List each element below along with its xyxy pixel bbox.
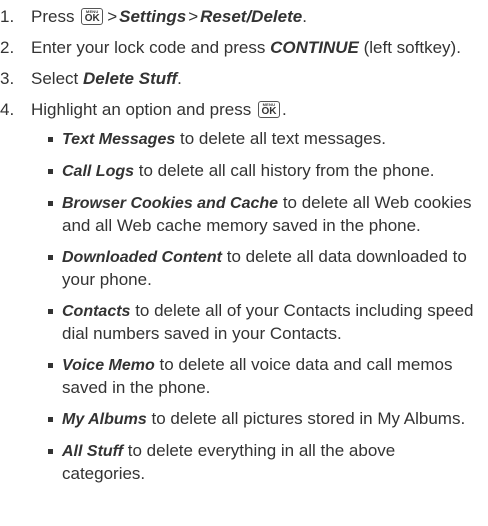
step-3: 3. Select Delete Stuff. bbox=[0, 68, 480, 90]
step-2: 2. Enter your lock code and press CONTIN… bbox=[0, 37, 480, 59]
continue-softkey-label: CONTINUE bbox=[270, 38, 359, 57]
option-name: Browser Cookies and Cache bbox=[62, 195, 279, 212]
step-text: . bbox=[177, 69, 182, 88]
option-name: Contacts bbox=[62, 303, 131, 320]
option-description: to delete all text messages. bbox=[179, 129, 386, 148]
menu-ok-key-icon: MENU OK bbox=[81, 8, 104, 25]
bullet-icon bbox=[48, 449, 53, 454]
option-name: Call Logs bbox=[62, 163, 135, 180]
list-item: Voice Memo to delete all voice data and … bbox=[31, 354, 480, 399]
step-number: 3. bbox=[0, 69, 15, 88]
step-text: Press bbox=[31, 7, 75, 26]
bullet-icon bbox=[48, 169, 53, 174]
list-item: Call Logs to delete all call history fro… bbox=[31, 160, 480, 183]
menu-path-reset-delete: Reset/Delete bbox=[200, 7, 303, 26]
list-item: All Stuff to delete everything in all th… bbox=[31, 440, 480, 485]
delete-options-list: Text Messages to delete all text message… bbox=[31, 128, 480, 485]
step-text: Select bbox=[31, 69, 79, 88]
bullet-icon bbox=[48, 363, 53, 368]
list-item: Browser Cookies and Cache to delete all … bbox=[31, 192, 480, 237]
option-name: Text Messages bbox=[62, 131, 176, 148]
step-text: Highlight an option and press bbox=[31, 100, 252, 119]
arrow-separator: > bbox=[188, 7, 199, 26]
list-item: Text Messages to delete all text message… bbox=[31, 128, 480, 151]
step-text: Enter your lock code and press bbox=[31, 38, 266, 57]
step-number: 2. bbox=[0, 38, 15, 57]
step-number: 1. bbox=[0, 7, 15, 26]
delete-stuff-label: Delete Stuff bbox=[82, 69, 178, 88]
list-item: Contacts to delete all of your Contacts … bbox=[31, 300, 480, 345]
bullet-icon bbox=[48, 137, 53, 142]
option-name: My Albums bbox=[62, 411, 147, 428]
arrow-separator: > bbox=[107, 7, 118, 26]
key-main-label: OK bbox=[84, 13, 100, 24]
option-description: to delete all call history from the phon… bbox=[138, 161, 435, 180]
list-item: My Albums to delete all pictures stored … bbox=[31, 408, 480, 431]
key-main-label: OK bbox=[261, 106, 277, 117]
option-name: All Stuff bbox=[62, 443, 124, 460]
step-4: 4. Highlight an option and press MENU OK.… bbox=[0, 99, 480, 485]
bullet-icon bbox=[48, 201, 53, 206]
step-text: . bbox=[302, 7, 307, 26]
bullet-icon bbox=[48, 417, 53, 422]
bullet-icon bbox=[48, 309, 53, 314]
step-1: 1. Press MENU OK > Settings > Reset/Delete. bbox=[0, 6, 480, 28]
option-name: Downloaded Content bbox=[62, 249, 222, 266]
list-item: Downloaded Content to delete all data do… bbox=[31, 246, 480, 291]
menu-path-settings: Settings bbox=[119, 7, 187, 26]
option-name: Voice Memo bbox=[62, 357, 155, 374]
option-description: to delete all pictures stored in My Albu… bbox=[151, 409, 466, 428]
menu-ok-key-icon: MENU OK bbox=[257, 101, 280, 118]
instruction-page: 1. Press MENU OK > Settings > Reset/Delete. 2… bbox=[0, 0, 488, 526]
step-number: 4. bbox=[0, 100, 15, 119]
bullet-icon bbox=[48, 255, 53, 260]
step-text: (left softkey). bbox=[363, 38, 461, 57]
step-text: . bbox=[281, 100, 287, 119]
